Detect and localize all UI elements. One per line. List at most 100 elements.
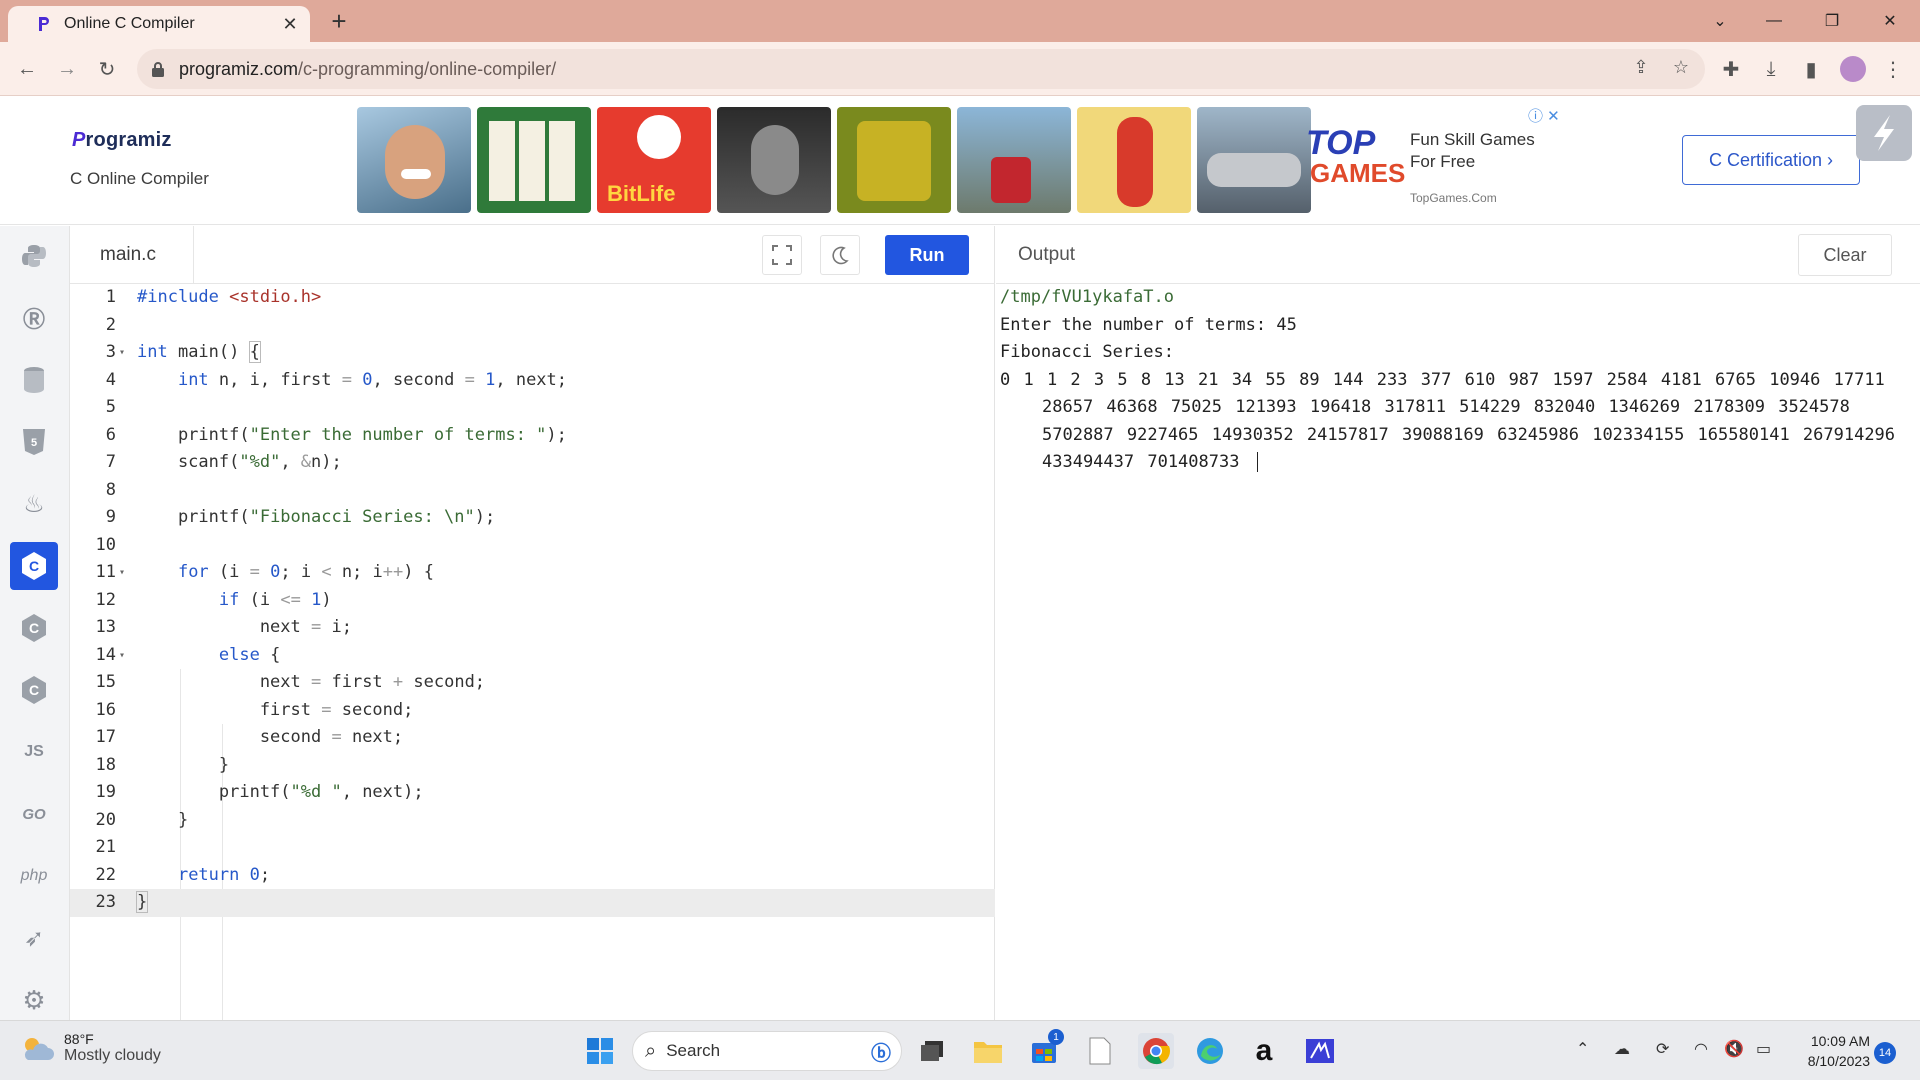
topgames-logo[interactable]: TOP GAMES [1306, 126, 1405, 193]
code-area[interactable]: 1 #include <stdio.h> 2 3 ▾ int main() { 4 i… [70, 284, 995, 1080]
tray-chevron-icon[interactable]: ⌃ [1576, 1039, 1589, 1059]
edge-icon[interactable] [1192, 1033, 1228, 1069]
clear-button[interactable]: Clear [1798, 234, 1892, 276]
browser-tab[interactable]: Online C Compiler ✕ [8, 6, 310, 42]
output-console[interactable]: /tmp/fVU1ykafaT.o Enter the number of te… [1000, 284, 1916, 477]
code-editor: main.c Run 1 #include <stdio.h> 2 3 ▾ int m… [70, 226, 995, 1080]
js-icon[interactable]: JS [10, 728, 58, 776]
sync-icon[interactable]: ⟳ [1656, 1039, 1669, 1059]
onedrive-icon[interactable]: ☁ [1614, 1039, 1630, 1059]
new-tab-icon[interactable]: + [324, 7, 354, 35]
reload-icon[interactable]: ↻ [92, 54, 122, 84]
ad-tile-hero-icon[interactable] [1077, 107, 1191, 213]
window-close-icon[interactable]: ✕ [1870, 6, 1910, 36]
ad-tile-mahjong-icon[interactable] [477, 107, 591, 213]
fullscreen-icon[interactable] [762, 235, 802, 275]
menu-icon[interactable]: ⋮ [1878, 54, 1908, 84]
app-icon[interactable] [1302, 1033, 1338, 1069]
task-view-icon[interactable] [914, 1033, 950, 1069]
weather-temp: 88°F [64, 1031, 94, 1047]
code-line: 7 scanf("%d", &n); [105, 452, 342, 472]
adchoices-icon[interactable]: ⓘ ✕ [1528, 105, 1560, 126]
ad-tile-car-icon[interactable] [1197, 107, 1311, 213]
programiz-favicon-icon [39, 17, 49, 31]
logo-rest: rogramiz [85, 129, 172, 151]
go-icon[interactable]: GO [10, 790, 58, 838]
windows-start-icon[interactable] [582, 1033, 618, 1069]
ad-title[interactable]: Fun Skill Games For Free [1410, 129, 1535, 173]
notepad-icon[interactable] [1082, 1033, 1118, 1069]
python-icon[interactable] [10, 232, 58, 280]
ad-tile-temple-icon[interactable] [837, 107, 951, 213]
file-explorer-icon[interactable] [970, 1033, 1006, 1069]
cpp-icon[interactable]: C [10, 604, 58, 652]
programiz-logo[interactable]: Programiz [72, 129, 172, 152]
java-icon[interactable]: ♨ [10, 480, 58, 528]
back-icon[interactable]: ← [12, 54, 42, 84]
bolt-widget-icon[interactable] [1856, 105, 1912, 161]
code-line: 10 [95, 534, 116, 555]
side-panel-icon[interactable]: ▮ [1796, 54, 1826, 84]
sql-icon[interactable] [10, 356, 58, 404]
run-button[interactable]: Run [885, 235, 969, 275]
ad-close-icon[interactable]: ✕ [1547, 108, 1560, 125]
output-header: Output Clear [996, 226, 1920, 284]
bing-icon[interactable]: ⓑ [871, 1037, 891, 1066]
tab-close-icon[interactable]: ✕ [280, 14, 300, 35]
php-icon[interactable]: php [10, 852, 58, 900]
swift-icon[interactable]: ➶ [10, 914, 58, 962]
code-line: 18 } [95, 754, 230, 775]
r-icon[interactable]: Ⓡ [10, 294, 58, 342]
restore-icon[interactable]: ❐ [1812, 6, 1852, 36]
weather-widget[interactable]: 88°F Mostly cloudy [20, 1031, 161, 1065]
ad-tile-face-icon[interactable] [357, 107, 471, 213]
code-line-current: 23} [70, 889, 995, 917]
rust-icon[interactable]: ⚙ [10, 976, 58, 1024]
ad-source[interactable]: TopGames.Com [1410, 191, 1497, 205]
download-icon[interactable]: ⤓ [1756, 54, 1786, 84]
csharp-icon[interactable]: C [10, 666, 58, 714]
logo-first-letter: P [72, 129, 86, 151]
c-icon[interactable]: C [10, 542, 58, 590]
html-icon[interactable]: 5 [10, 418, 58, 466]
code-line: 6 printf("Enter the number of terms: "); [105, 424, 567, 445]
taskbar-search[interactable]: ⌕ Search ⓑ [632, 1031, 902, 1071]
search-placeholder: Search [666, 1041, 721, 1060]
battery-icon[interactable]: ▭ [1756, 1039, 1771, 1059]
ad-tile-granny-icon[interactable] [717, 107, 831, 213]
clock[interactable]: 10:09 AM 8/10/2023 [1800, 1031, 1870, 1071]
dark-mode-icon[interactable] [820, 235, 860, 275]
ad-tile-bike-icon[interactable] [957, 107, 1071, 213]
svg-text:5: 5 [31, 437, 37, 449]
svg-text:C: C [29, 558, 39, 574]
cloud-sun-icon [24, 1038, 54, 1060]
forward-icon[interactable]: → [52, 54, 82, 84]
svg-text:C: C [29, 620, 39, 636]
output-series-values: 0 1 1 2 3 5 8 13 21 34 55 89 144 233 377… [1000, 367, 1916, 477]
share-icon[interactable]: ⇪ [1629, 57, 1653, 81]
tab-search-icon[interactable]: ⌄ [1700, 6, 1740, 36]
wifi-icon[interactable]: ◠ [1694, 1039, 1708, 1059]
extensions-icon[interactable]: ✚ [1716, 54, 1746, 84]
file-tab-main-c[interactable]: main.c [70, 226, 194, 284]
store-badge: 1 [1048, 1029, 1064, 1045]
profile-avatar[interactable] [1838, 54, 1868, 84]
notification-badge[interactable]: 14 [1874, 1042, 1896, 1064]
chrome-icon[interactable] [1138, 1033, 1174, 1069]
ad-tile-bitlife-icon[interactable]: BitLife [597, 107, 711, 213]
code-line: 8 [105, 479, 116, 500]
c-certification-button[interactable]: C Certification › [1682, 135, 1860, 185]
amazon-icon[interactable]: a [1246, 1033, 1282, 1069]
tab-title: Online C Compiler [64, 15, 195, 32]
address-bar[interactable]: programiz.com/c-programming/online-compi… [137, 49, 1705, 89]
code-line: 20 } [95, 809, 189, 830]
output-title: Output [1018, 244, 1076, 265]
bookmark-star-icon[interactable]: ☆ [1669, 57, 1693, 81]
ad-banner[interactable]: BitLife [357, 107, 1311, 213]
code-line: 13 next = i; [95, 617, 352, 637]
site-header: Programiz C Online Compiler BitLife TOP … [0, 97, 1920, 225]
store-icon[interactable]: 1 [1026, 1029, 1064, 1069]
minimize-icon[interactable]: — [1754, 6, 1794, 36]
code-line: 5 [105, 397, 116, 417]
speaker-muted-icon[interactable]: 🔇 [1724, 1039, 1744, 1059]
